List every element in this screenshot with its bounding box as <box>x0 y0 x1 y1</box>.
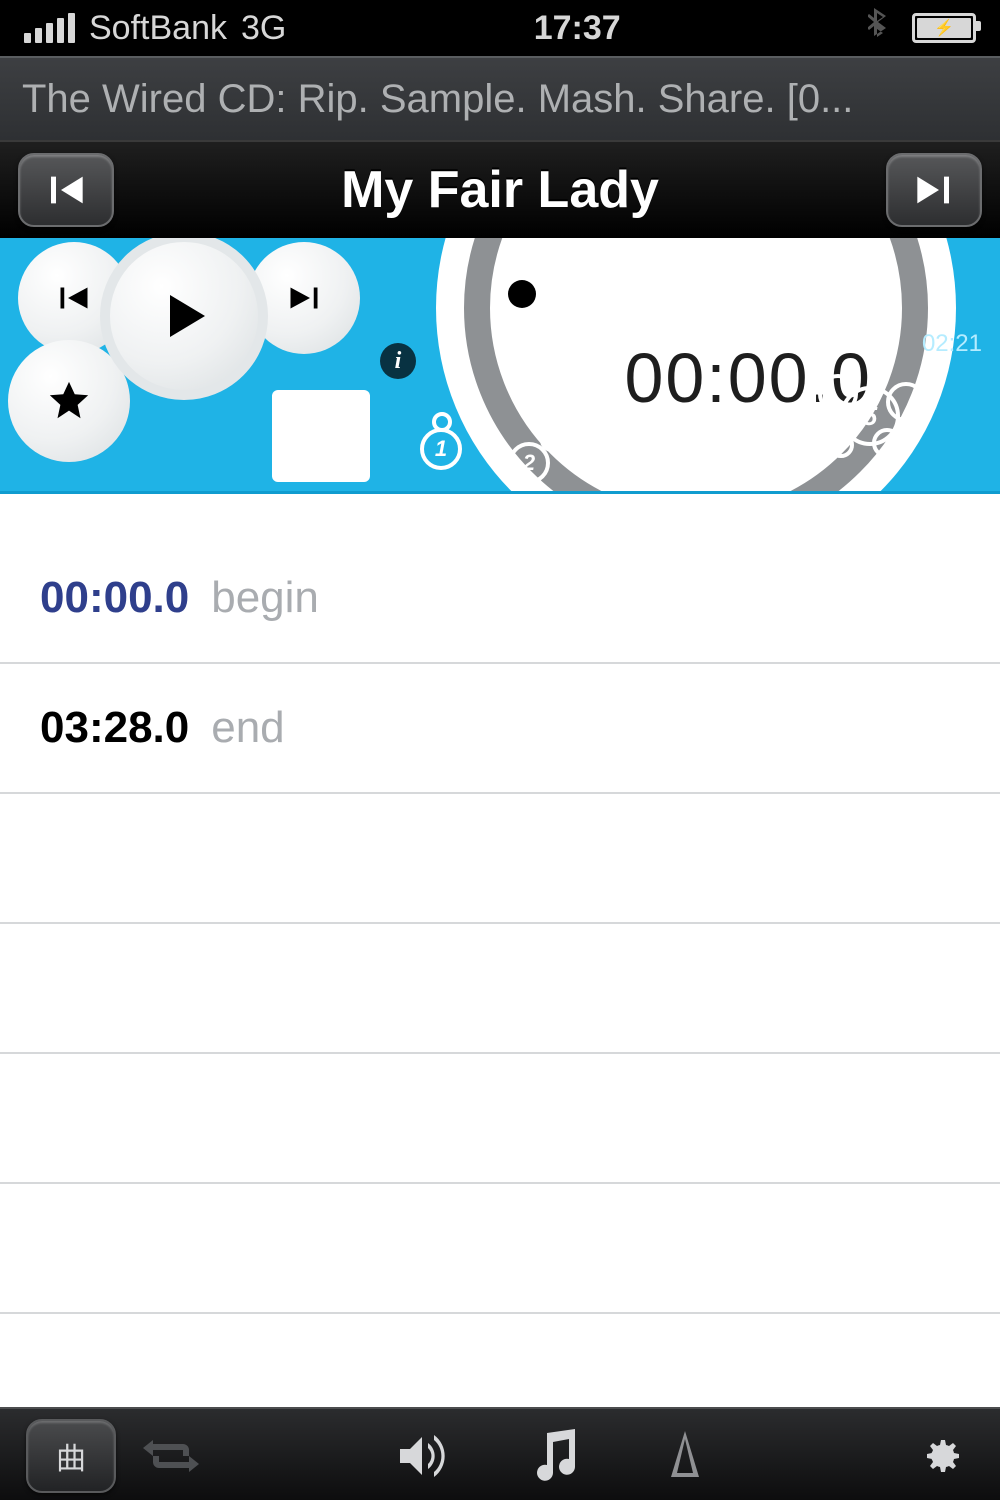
bubble-deco <box>702 410 736 444</box>
list-item[interactable] <box>0 1184 1000 1314</box>
marker-1[interactable]: 1 <box>420 428 462 470</box>
next-track-button[interactable] <box>886 153 982 227</box>
music-button[interactable] <box>520 1421 590 1491</box>
status-left: SoftBank 3G <box>24 9 286 48</box>
status-right: ⚡ <box>868 8 976 49</box>
list-item[interactable] <box>0 1054 1000 1184</box>
bubble-deco <box>886 382 926 422</box>
marker-strip: 1 2 3 4 5 <box>420 368 1000 488</box>
track-title: My Fair Lady <box>114 160 886 220</box>
bubble-deco <box>540 428 564 452</box>
carrier-label: SoftBank <box>89 9 227 48</box>
transport-controls <box>0 238 380 491</box>
bubble-deco <box>872 428 902 458</box>
play-button[interactable] <box>100 238 268 400</box>
volume-button[interactable] <box>390 1421 460 1491</box>
bottom-toolbar: 曲 <box>0 1407 1000 1500</box>
cue-label: begin <box>211 573 319 623</box>
network-label: 3G <box>241 9 286 48</box>
marker-2-label: 2 <box>512 446 546 480</box>
repeat-button[interactable] <box>136 1421 206 1491</box>
cue-label: end <box>211 703 284 753</box>
settings-button[interactable] <box>904 1421 974 1491</box>
metronome-button[interactable] <box>650 1421 720 1491</box>
cue-time: 00:00.0 <box>40 573 189 623</box>
status-bar: SoftBank 3G 17:37 ⚡ <box>0 0 1000 56</box>
dial-handle-icon[interactable] <box>508 280 536 308</box>
bubble-deco <box>432 412 452 432</box>
list-item[interactable]: 00:00.0 begin <box>0 534 1000 664</box>
list-item[interactable] <box>0 794 1000 924</box>
bubble-deco <box>828 432 854 458</box>
signal-icon <box>24 13 75 43</box>
bubble-deco <box>818 374 858 414</box>
bubble-deco <box>646 426 676 456</box>
clock: 17:37 <box>286 9 868 48</box>
bluetooth-icon <box>868 8 892 49</box>
bubble-deco <box>592 424 622 454</box>
stop-button[interactable] <box>272 390 370 482</box>
list-item[interactable] <box>0 1314 1000 1407</box>
title-bar: My Fair Lady <box>0 140 1000 238</box>
track-duration: 02:21 <box>922 330 982 358</box>
tracks-button-label: 曲 <box>56 1434 86 1478</box>
cue-list: 00:00.0 begin 03:28.0 end <box>0 494 1000 1407</box>
list-item[interactable] <box>0 924 1000 1054</box>
tracks-button[interactable]: 曲 <box>26 1419 116 1493</box>
bubble-deco <box>762 412 794 444</box>
album-header: The Wired CD: Rip. Sample. Mash. Share. … <box>0 56 1000 140</box>
marker-1-label: 1 <box>424 432 458 466</box>
prev-track-button[interactable] <box>18 153 114 227</box>
list-item[interactable]: 03:28.0 end <box>0 664 1000 794</box>
player-panel: i 00:00.0 02:21 1 2 3 4 5 <box>0 238 1000 494</box>
battery-icon: ⚡ <box>912 13 976 43</box>
cue-time: 03:28.0 <box>40 703 189 753</box>
info-button[interactable]: i <box>380 343 416 379</box>
